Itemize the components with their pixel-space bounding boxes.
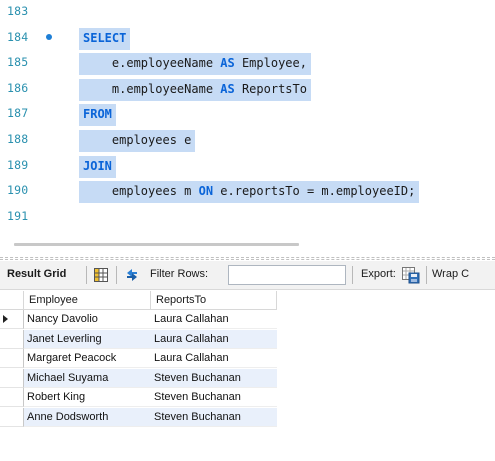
line-number: 189: [7, 157, 29, 172]
refresh-arrows-icon[interactable]: [124, 267, 140, 288]
row-header[interactable]: [0, 388, 24, 408]
result-grid-tab[interactable]: Result Grid: [7, 268, 66, 280]
cell-reportsto[interactable]: Steven Buchanan: [151, 388, 277, 408]
line-number: 184: [7, 29, 29, 44]
toolbar-divider: [116, 266, 117, 284]
cell-employee[interactable]: Robert King: [24, 388, 151, 408]
result-toolbar: Result Grid Filter Rows: Export: Wrap C: [0, 261, 495, 290]
code-text: employees e: [79, 130, 196, 152]
row-header[interactable]: [0, 329, 24, 349]
code-line: 183: [0, 2, 495, 24]
code-line: 189 JOIN: [0, 155, 495, 178]
row-header[interactable]: [0, 310, 24, 329]
row-header[interactable]: [0, 349, 24, 369]
row-header-corner: [0, 291, 24, 310]
cell-reportsto[interactable]: Laura Callahan: [151, 349, 277, 369]
cell-reportsto[interactable]: Steven Buchanan: [151, 368, 277, 388]
cell-employee[interactable]: Margaret Peacock: [24, 349, 151, 369]
toolbar-divider: [426, 266, 427, 284]
wrap-cell-content-label[interactable]: Wrap C: [432, 268, 469, 280]
panel-splitter[interactable]: [0, 257, 495, 260]
code-text: e.employeeName AS Employee,: [79, 53, 311, 76]
cell-reportsto[interactable]: Laura Callahan: [151, 329, 277, 349]
cell-employee[interactable]: Anne Dodsworth: [24, 408, 151, 427]
export-file-icon[interactable]: [402, 267, 420, 289]
code-line: 187 FROM: [0, 104, 495, 127]
line-number: 187: [7, 106, 29, 121]
column-header-employee[interactable]: Employee: [24, 291, 151, 310]
row-header[interactable]: [0, 408, 24, 427]
table-row[interactable]: Nancy Davolio Laura Callahan: [0, 310, 277, 329]
cell-employee[interactable]: Janet Leverling: [24, 329, 151, 349]
table-row[interactable]: Anne Dodsworth Steven Buchanan: [0, 408, 277, 427]
code-line: 186 m.employeeName AS ReportsTo: [0, 78, 495, 101]
line-number: 183: [7, 4, 29, 18]
line-number: 190: [7, 183, 29, 198]
table-row[interactable]: Janet Leverling Laura Callahan: [0, 329, 277, 349]
toolbar-divider: [352, 266, 353, 284]
export-label: Export:: [361, 268, 396, 280]
line-number: 185: [7, 55, 29, 70]
code-text: employees m ON e.reportsTo = m.employeeI…: [79, 181, 420, 204]
code-line: 190 employees m ON e.reportsTo = m.emplo…: [0, 181, 495, 204]
table-row[interactable]: Robert King Steven Buchanan: [0, 388, 277, 408]
cell-employee[interactable]: Michael Suyama: [24, 368, 151, 388]
code-line: 184 SELECT: [0, 27, 495, 50]
code-text: SELECT: [79, 27, 131, 50]
code-text: m.employeeName AS ReportsTo: [79, 78, 311, 101]
sql-editor[interactable]: 183 184 SELECT 185 e.employeeName AS Employ…: [0, 0, 495, 238]
toolbar-divider: [86, 266, 87, 284]
grid-layout-icon[interactable]: [94, 268, 108, 287]
cell-employee[interactable]: Nancy Davolio: [24, 310, 151, 329]
filter-rows-label: Filter Rows:: [150, 268, 209, 280]
statement-marker-icon[interactable]: [46, 33, 52, 40]
code-line: 185 e.employeeName AS Employee,: [0, 53, 495, 76]
editor-horizontal-scrollbar[interactable]: [14, 243, 299, 246]
line-number: 191: [7, 208, 29, 223]
cell-reportsto[interactable]: Steven Buchanan: [151, 408, 277, 427]
cell-reportsto[interactable]: Laura Callahan: [151, 310, 277, 329]
table-row[interactable]: Michael Suyama Steven Buchanan: [0, 368, 277, 388]
current-row-pointer-icon: [3, 315, 8, 323]
line-number: 186: [7, 80, 29, 95]
code-text: JOIN: [79, 155, 116, 178]
code-line: 191: [0, 207, 495, 229]
line-number: 188: [7, 132, 29, 146]
filter-rows-input[interactable]: [228, 265, 346, 285]
code-text: FROM: [79, 104, 116, 127]
code-line: 188 employees e: [0, 130, 495, 152]
table-row[interactable]: Margaret Peacock Laura Callahan: [0, 349, 277, 369]
row-header[interactable]: [0, 368, 24, 388]
column-header-reportsto[interactable]: ReportsTo: [151, 291, 277, 310]
